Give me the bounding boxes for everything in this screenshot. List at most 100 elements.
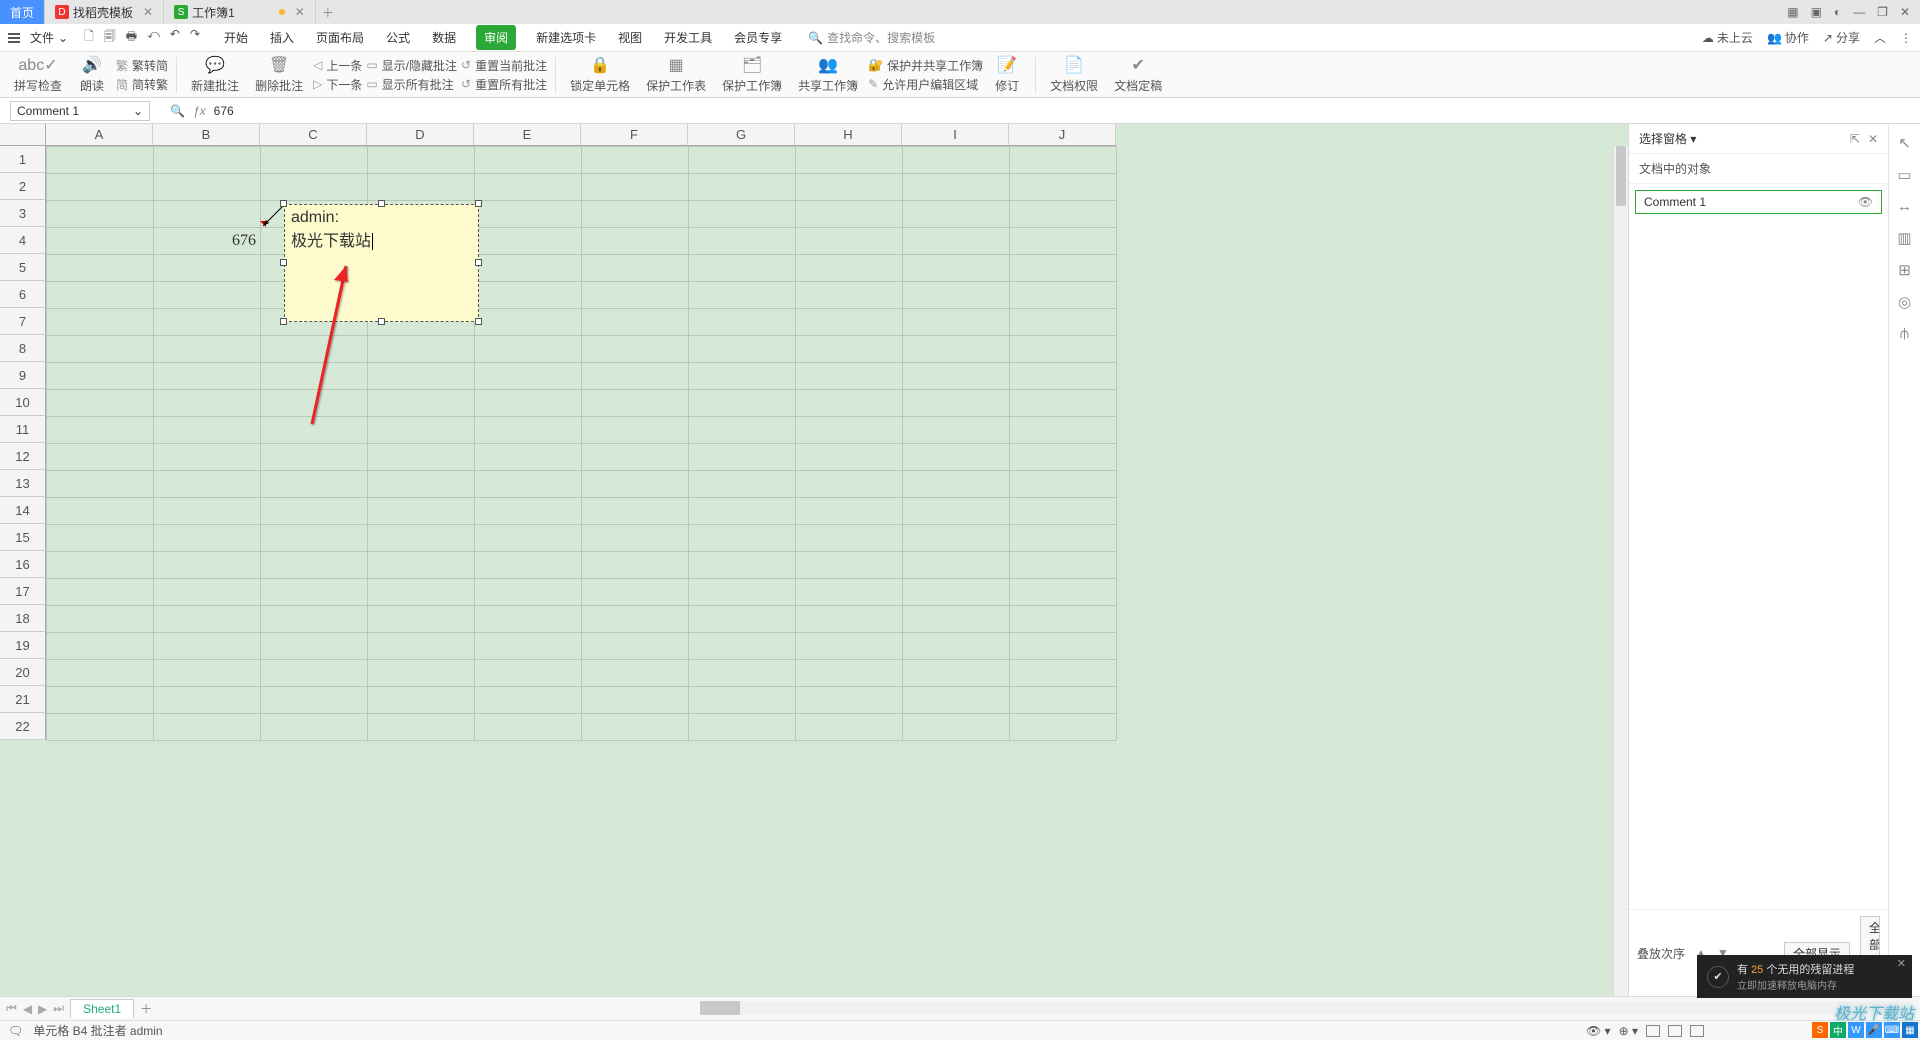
resize-handle[interactable] [475,318,482,325]
col-header-I[interactable]: I [902,124,1009,146]
simp-to-trad-button[interactable]: 简简转繁 [116,76,168,93]
spellcheck-button[interactable]: abc✓拼写检查 [8,53,68,96]
side-icon-2[interactable]: ↔ [1897,198,1912,215]
coop-button[interactable]: 👥 协作 [1767,29,1809,46]
break-view-icon[interactable] [1690,1025,1704,1037]
row-header-4[interactable]: 4 [0,227,46,254]
comment-body[interactable]: 极光下载站 [291,227,472,251]
row-header-1[interactable]: 1 [0,146,46,173]
prev-comment-button[interactable]: ◁上一条 [313,57,362,74]
reset-all-comments-button[interactable]: ↺重置所有批注 [461,76,547,93]
track-changes-button[interactable]: 📝修订 [987,53,1027,96]
cells-area[interactable]: 676 admin: 极光下载站 [46,146,1116,740]
col-header-D[interactable]: D [367,124,474,146]
row-header-9[interactable]: 9 [0,362,46,389]
row-header-3[interactable]: 3 [0,200,46,227]
read-button[interactable]: 🔊朗读 [72,53,112,96]
sheet-tab-sheet1[interactable]: Sheet1 [70,999,134,1018]
doc-finalize-button[interactable]: ✔文档定稿 [1108,53,1168,96]
scrollbar-thumb[interactable] [700,1001,740,1015]
sheet-prev-icon[interactable]: ◀ [23,1002,32,1016]
row-header-5[interactable]: 5 [0,254,46,281]
col-header-J[interactable]: J [1009,124,1116,146]
pin-icon[interactable]: ⇱ [1850,132,1860,146]
tray-icon[interactable]: W [1848,1022,1864,1038]
avatar-icon[interactable]: ◐ [1834,5,1841,19]
row-header-8[interactable]: 8 [0,335,46,362]
print-icon[interactable]: 🖶 [126,27,137,48]
select-all-corner[interactable] [0,124,46,146]
lock-cell-button[interactable]: 🔒锁定单元格 [564,53,636,96]
row-header-22[interactable]: 22 [0,713,46,740]
apps-icon[interactable]: ▣ [1811,5,1822,19]
tab-member[interactable]: 会员专享 [732,25,784,50]
tray-icon[interactable]: ⌨ [1884,1022,1900,1038]
visibility-icon[interactable]: 👁 [1858,195,1873,209]
more-icon[interactable]: ⋮ [1900,31,1912,45]
resize-handle[interactable] [280,318,287,325]
cloud-button[interactable]: ☁ 未上云 [1702,29,1753,46]
resize-handle[interactable] [280,259,287,266]
tab-add[interactable]: ＋ [316,0,340,24]
select-tool-icon[interactable]: ↖ [1898,134,1911,152]
undo-icon[interactable]: ↶ [170,27,180,48]
showall-comments-button[interactable]: ▭显示所有批注 [366,76,457,93]
side-icon-4[interactable]: ⊞ [1898,261,1911,279]
formula-input[interactable]: 676 [214,104,234,118]
hamburger-icon[interactable] [8,33,20,43]
horizontal-scrollbar[interactable] [700,1001,1912,1015]
chevron-down-icon[interactable]: ⌄ [133,104,143,118]
print-preview-icon[interactable]: ⤺ [147,27,160,48]
cell-b4[interactable]: 676 [153,227,260,254]
row-header-6[interactable]: 6 [0,281,46,308]
window-close-icon[interactable]: ✕ [1900,5,1910,19]
col-header-H[interactable]: H [795,124,902,146]
tab-start[interactable]: 开始 [222,25,250,50]
col-header-G[interactable]: G [688,124,795,146]
row-header-2[interactable]: 2 [0,173,46,200]
system-notification[interactable]: ✕ ✔ 有 25 个无用的残留进程 立即加速释放电脑内存 [1697,955,1912,998]
reset-current-comment-button[interactable]: ↺重置当前批注 [461,57,547,74]
tray-icon[interactable]: S [1812,1022,1828,1038]
allow-edit-button[interactable]: ✎允许用户编辑区域 [868,76,983,93]
name-box[interactable]: Comment 1⌄ [10,101,150,121]
col-header-E[interactable]: E [474,124,581,146]
page-view-icon[interactable] [1668,1025,1682,1037]
side-icon-3[interactable]: ▥ [1897,229,1911,247]
search-command[interactable]: 🔍 查找命令、搜索模板 [808,29,935,46]
row-header-19[interactable]: 19 [0,632,46,659]
sheet-next-icon[interactable]: ▶ [38,1002,47,1016]
row-header-14[interactable]: 14 [0,497,46,524]
resize-handle[interactable] [475,259,482,266]
tab-devtools[interactable]: 开发工具 [662,25,714,50]
row-header-18[interactable]: 18 [0,605,46,632]
resize-handle[interactable] [475,200,482,207]
trad-to-simp-button[interactable]: 繁繁转简 [116,57,168,74]
row-header-15[interactable]: 15 [0,524,46,551]
side-icon-6[interactable]: ⫛ [1900,325,1909,342]
add-sheet-icon[interactable]: ＋ [140,1000,152,1017]
col-header-B[interactable]: B [153,124,260,146]
close-pane-icon[interactable]: ✕ [1868,132,1878,146]
redo-icon[interactable]: ↷ [190,27,200,48]
tab-workbook[interactable]: S 工作簿1 ✕ [164,0,316,24]
maximize-icon[interactable]: ❐ [1877,5,1888,19]
tab-pagelayout[interactable]: 页面布局 [314,25,366,50]
collapse-ribbon-icon[interactable]: ︿ [1874,29,1886,46]
share-workbook-button[interactable]: 👥共享工作簿 [792,53,864,96]
close-icon[interactable]: ✕ [143,5,153,19]
tab-home[interactable]: 首页 [0,0,45,24]
resize-handle[interactable] [378,200,385,207]
tray-icon[interactable]: 🎤 [1866,1022,1882,1038]
tab-insert[interactable]: 插入 [268,25,296,50]
tray-icon[interactable]: ▦ [1902,1022,1918,1038]
notif-close-icon[interactable]: ✕ [1897,957,1906,970]
resize-handle[interactable] [280,200,287,207]
tab-data[interactable]: 数据 [430,25,458,50]
row-header-7[interactable]: 7 [0,308,46,335]
focus-mode-icon[interactable]: ⊕ ▾ [1619,1024,1638,1038]
minimize-icon[interactable]: — [1853,5,1865,19]
layout-icon[interactable]: ▦ [1787,5,1798,19]
normal-view-icon[interactable] [1646,1025,1660,1037]
resize-handle[interactable] [378,318,385,325]
